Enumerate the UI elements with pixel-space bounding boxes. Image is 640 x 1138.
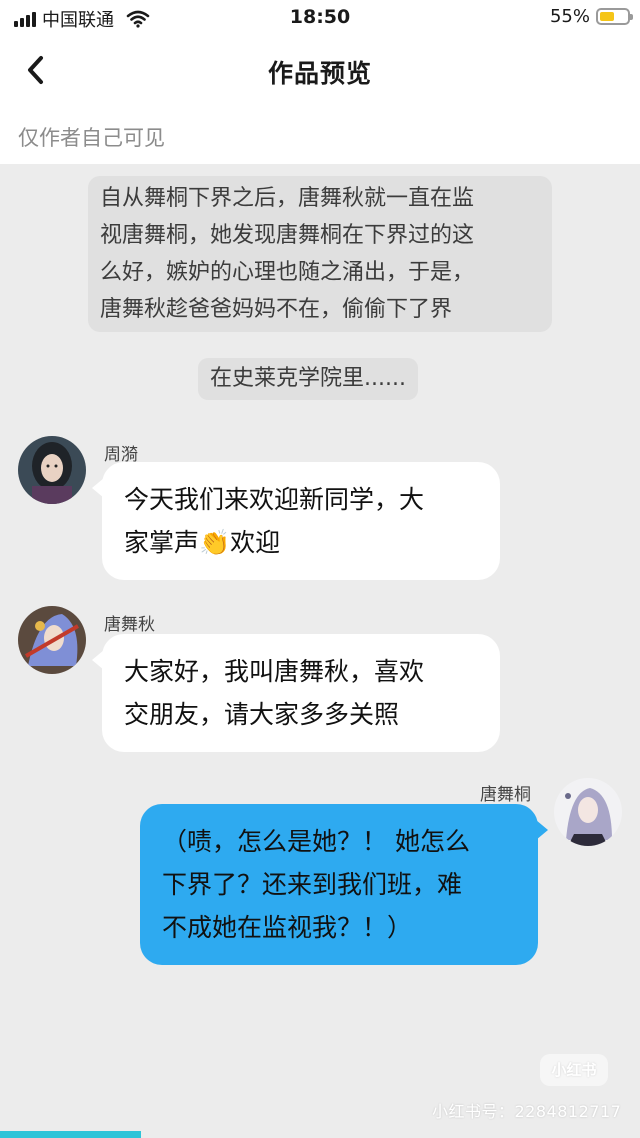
sender-name: 唐舞桐 xyxy=(480,785,531,805)
watermark-logo: 小红书 xyxy=(540,1054,608,1086)
narration-line: 视唐舞桐，她发现唐舞桐在下界过的这 xyxy=(100,223,475,248)
avatar-image xyxy=(18,436,86,504)
nav-bar: 作品预览 xyxy=(0,36,640,108)
reading-progress-fill xyxy=(0,1131,141,1138)
message-line: 下界了？还来到我们班，难 xyxy=(162,870,463,899)
message-line: 交朋友，请大家多多关照 xyxy=(124,700,400,729)
battery-group: 55% xyxy=(549,6,633,27)
message-bubble[interactable]: 今天我们来欢迎新同学，大 家掌声👏欢迎 xyxy=(92,462,500,580)
page-title: 作品预览 xyxy=(267,59,372,88)
clock: 18:50 xyxy=(289,6,351,28)
narration-box: 自从舞桐下界之后，唐舞秋就一直在监 视唐舞桐，她发现唐舞桐在下界过的这 么好，嫉… xyxy=(88,176,552,332)
avatar-tangwutong[interactable] xyxy=(554,778,622,846)
avatar-image xyxy=(18,606,86,674)
chat-area[interactable]: 自从舞桐下界之后，唐舞秋就一直在监 视唐舞桐，她发现唐舞桐在下界过的这 么好，嫉… xyxy=(0,164,640,1138)
watermark-id: 小红书号：2284812717 xyxy=(432,1102,622,1121)
status-bar: 中国联通 18:50 55% xyxy=(0,0,640,36)
avatar-zhouyi[interactable] xyxy=(18,436,86,504)
sender-name: 唐舞秋 xyxy=(104,615,155,635)
message-line: （啧，怎么是她？！ 她怎么 xyxy=(162,827,470,856)
message-bubble[interactable]: 大家好，我叫唐舞秋，喜欢 交朋友，请大家多多关照 xyxy=(92,634,500,752)
battery-percent: 55% xyxy=(549,6,590,27)
narration-line: 么好，嫉妒的心理也随之涌出，于是， xyxy=(100,260,475,285)
narration-line: 自从舞桐下界之后，唐舞秋就一直在监 xyxy=(100,186,475,211)
battery-icon xyxy=(596,8,633,25)
message-line: 家掌声👏欢迎 xyxy=(124,528,281,557)
avatar-tangwuqiu[interactable] xyxy=(18,606,86,674)
visibility-note: 仅作者自己可见 xyxy=(18,126,165,150)
visibility-bar: 仅作者自己可见 xyxy=(0,108,640,164)
avatar-image xyxy=(554,778,622,846)
message-line: 大家好，我叫唐舞秋，喜欢 xyxy=(124,657,425,686)
narration-line: 唐舞秋趁爸爸妈妈不在，偷偷下了界 xyxy=(100,297,453,322)
message-line: 不成她在监视我？！） xyxy=(162,913,413,942)
message-bubble[interactable]: （啧，怎么是她？！ 她怎么 下界了？还来到我们班，难 不成她在监视我？！） xyxy=(140,804,548,965)
scene-note: 在史莱克学院里...... xyxy=(198,358,418,400)
reading-progress-bar xyxy=(0,1131,640,1138)
message-line: 今天我们来欢迎新同学，大 xyxy=(124,485,425,514)
